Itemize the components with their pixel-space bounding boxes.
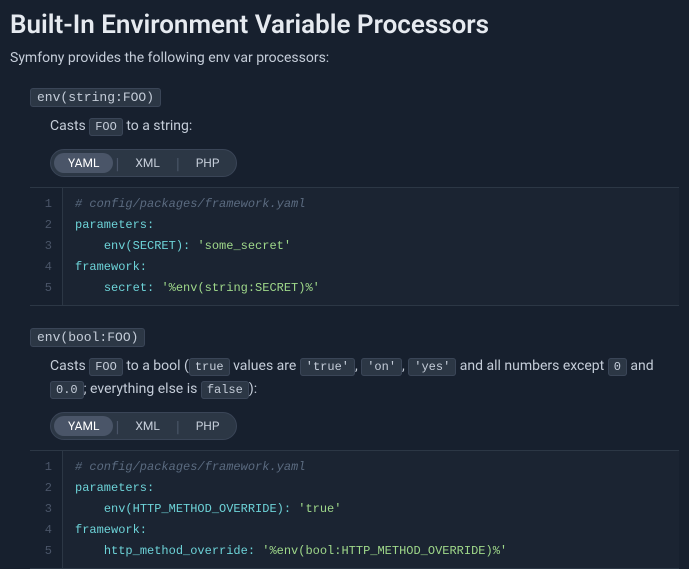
inline-code: FOO [89, 358, 123, 376]
processor-description: Casts FOO to a string: [50, 115, 679, 137]
tab-yaml[interactable]: YAML [54, 416, 113, 436]
inline-code: 0.0 [50, 381, 84, 399]
inline-code: false [201, 381, 249, 399]
code-content: # config/packages/framework.yamlparamete… [63, 451, 679, 568]
tab-yaml[interactable]: YAML [54, 153, 113, 173]
processor-description: Casts FOO to a bool (true values are 'tr… [50, 355, 679, 400]
code-block: 12345# config/packages/framework.yamlpar… [30, 187, 679, 306]
code-tabs: YAML|XML|PHP [50, 149, 237, 177]
tab-xml[interactable]: XML [121, 153, 173, 173]
intro-text: Symfony provides the following env var p… [10, 50, 679, 66]
tab-separator: | [115, 154, 119, 173]
inline-code: 'yes' [408, 358, 456, 376]
tab-separator: | [176, 417, 180, 436]
page-heading: Built-In Environment Variable Processors [10, 10, 679, 40]
inline-code: 0 [608, 358, 627, 376]
processor-term: env(string:FOO) [30, 88, 161, 107]
inline-code: FOO [89, 118, 123, 136]
tab-separator: | [176, 154, 180, 173]
processor-term: env(bool:FOO) [30, 328, 145, 347]
tab-xml[interactable]: XML [121, 416, 173, 436]
code-content: # config/packages/framework.yamlparamete… [63, 188, 679, 305]
code-block: 12345# config/packages/framework.yamlpar… [30, 450, 679, 569]
tab-separator: | [115, 417, 119, 436]
line-numbers: 12345 [30, 188, 63, 305]
inline-code: 'on' [361, 358, 402, 376]
inline-code: 'true' [300, 358, 355, 376]
tab-php[interactable]: PHP [182, 416, 234, 436]
tab-php[interactable]: PHP [182, 153, 234, 173]
line-numbers: 12345 [30, 451, 63, 568]
code-tabs: YAML|XML|PHP [50, 412, 237, 440]
inline-code: true [189, 358, 230, 376]
